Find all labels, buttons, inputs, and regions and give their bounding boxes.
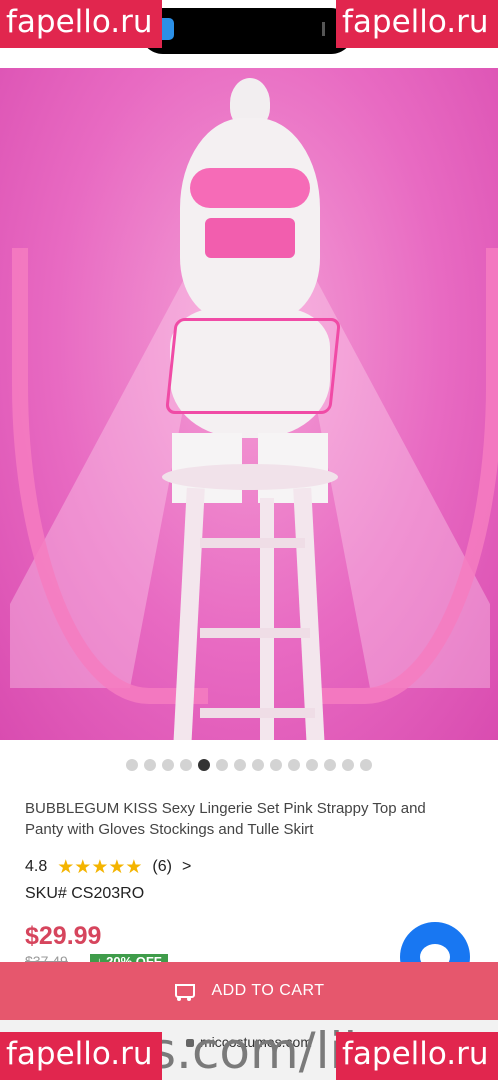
gallery-dot[interactable] [342, 759, 354, 771]
cart-icon [173, 982, 196, 1001]
stool-rung [200, 708, 315, 718]
gallery-dot[interactable] [324, 759, 336, 771]
mannequin-torso [180, 118, 320, 318]
watermark-bottom-left: fapello.ru [0, 1032, 162, 1080]
gallery-dot[interactable] [270, 759, 282, 771]
gallery-dot[interactable] [288, 759, 300, 771]
gallery-pagination [0, 759, 498, 771]
bra-top [190, 168, 310, 208]
gallery-dot[interactable] [198, 759, 210, 771]
stool-leg [260, 498, 274, 740]
stool-seat [162, 464, 338, 490]
strappy-harness [164, 318, 342, 414]
add-to-cart-button[interactable]: ADD TO CART [0, 962, 498, 1020]
watermark-top-right: fapello.ru [336, 0, 498, 48]
stool-rung [200, 538, 305, 548]
stool-rung [200, 628, 310, 638]
current-price: $29.99 [25, 922, 102, 950]
gallery-dot[interactable] [234, 759, 246, 771]
review-count[interactable]: (6) [152, 858, 172, 876]
gallery-dot[interactable] [252, 759, 264, 771]
rating-value: 4.8 [25, 858, 48, 875]
watermark-top-left: fapello.ru [0, 0, 162, 48]
gallery-dot[interactable] [360, 759, 372, 771]
rating-row[interactable]: 4.8 ★★★★★ (6) > [25, 856, 191, 878]
gallery-dot[interactable] [306, 759, 318, 771]
gallery-dot[interactable] [180, 759, 192, 771]
watermark-bottom-right: fapello.ru [336, 1032, 498, 1080]
dynamic-island [140, 8, 354, 54]
mannequin [160, 78, 342, 503]
gallery-dot[interactable] [216, 759, 228, 771]
chevron-right-icon[interactable]: > [182, 858, 191, 876]
gallery-dot[interactable] [126, 759, 138, 771]
gallery-dot[interactable] [162, 759, 174, 771]
add-to-cart-label: ADD TO CART [211, 982, 325, 999]
product-image[interactable] [0, 68, 498, 740]
gallery-dot[interactable] [144, 759, 156, 771]
rating-stars-icon: ★★★★★ [57, 856, 143, 878]
corset-belt [205, 218, 295, 258]
sku-label: SKU# CS203RO [25, 885, 145, 902]
product-title: BUBBLEGUM KISS Sexy Lingerie Set Pink St… [25, 800, 426, 838]
